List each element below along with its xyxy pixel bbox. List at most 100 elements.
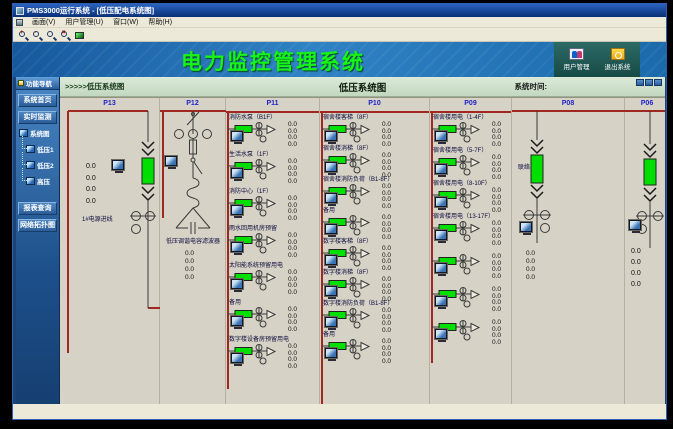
monitor-icon: [435, 263, 447, 273]
diagram-column-P11: P11 消防水泵（B1F） 0.00.00.00.0 生活水泵（1F） 0.00…: [226, 98, 320, 404]
toolbar: + - ¤: [13, 28, 666, 42]
feeder-label: 数字楼客梯（8F）: [323, 238, 429, 246]
measurement-values: 0.00.00.00.0: [492, 122, 501, 148]
measurement-values: 0.00.00.00.0: [288, 122, 297, 148]
measurement-values: 0.00.00.00.0: [492, 254, 501, 280]
monitor-icon: [629, 220, 641, 230]
feeder-row[interactable]: 0.00.00.00.0: [430, 246, 511, 279]
feeder-row[interactable]: 宿舍楼客梯（8F） 0.00.00.00.0: [320, 114, 429, 145]
feeder-row[interactable]: 太阳能系统预留用电 0.00.00.00.0: [226, 262, 319, 299]
tree-node-lv2[interactable]: 低压2: [26, 160, 59, 170]
tree-node-lv1[interactable]: 低压1: [26, 144, 59, 154]
screen-icon: [26, 161, 35, 169]
diagram-column-P06: P06 0.00.00.00.0: [625, 98, 665, 404]
system-time-label: 系统时间:: [515, 81, 548, 92]
screen-icon[interactable]: [72, 29, 85, 41]
feeder-row[interactable]: 0.00.00.00.0: [430, 279, 511, 312]
diagram-header-bar: >>>>>低压系统图 低压系统图 系统时间:: [60, 77, 665, 97]
feeder-row[interactable]: 宿舍楼用电（13-17F） 0.00.00.00.0: [430, 213, 511, 246]
monitor-icon: [325, 224, 337, 234]
zoom-reset-icon[interactable]: [44, 29, 57, 41]
zoom-in-icon[interactable]: +: [16, 29, 29, 41]
diagram-column-P09: P09 宿舍楼用电（1-4F） 0.00.00.00.0 宿舍楼用电（5-7F）…: [430, 98, 512, 404]
measurement-values: 0.00.00.00.0: [526, 250, 535, 282]
tree-node-hv[interactable]: 高压: [26, 176, 59, 186]
feeder-row[interactable]: 备用 0.00.00.00.0: [320, 331, 429, 362]
user-management-button[interactable]: 用户管理: [564, 48, 590, 71]
feeder-row[interactable]: 宿舍楼用电（8-10F） 0.00.00.00.0: [430, 180, 511, 213]
tie-label: 联络: [518, 162, 530, 171]
menu-window[interactable]: 窗口(W): [108, 17, 143, 27]
menu-view[interactable]: 画面(V): [27, 17, 60, 27]
feeder-row[interactable]: 宿舍楼消梯（8F） 0.00.00.00.0: [320, 145, 429, 176]
feeder-row[interactable]: 生活水泵（1F） 0.00.00.00.0: [226, 151, 319, 188]
feeder-row[interactable]: 数字楼客梯（8F） 0.00.00.00.0: [320, 238, 429, 269]
feeder-label: 生活水泵（1F）: [229, 151, 319, 159]
monitor-icon: [325, 286, 337, 296]
measurement-values: 0.00.00.00.0: [288, 344, 297, 370]
mdi-close-button[interactable]: [654, 79, 662, 86]
breaker-closed-icon[interactable]: [531, 155, 543, 183]
monitor-icon: [435, 329, 447, 339]
feeder-row[interactable]: 宿舍楼消防负荷（B1-8F） 0.00.00.00.0: [320, 176, 429, 207]
feeder-label: 宿舍楼客梯（8F）: [323, 114, 429, 122]
zoom-out-icon[interactable]: -: [30, 29, 43, 41]
page-title: 低压系统图: [60, 80, 665, 94]
feeder-row[interactable]: 宿舍楼用电（1-4F） 0.00.00.00.0: [430, 114, 511, 147]
feeder-label: 数字楼消梯（8F）: [323, 269, 429, 277]
sidebar-item-network-topology[interactable]: 网络拓扑图: [18, 219, 57, 232]
users-icon: [569, 48, 584, 60]
mdi-minimize-button[interactable]: [636, 79, 644, 86]
monitor-icon: [325, 193, 337, 203]
monitor-icon: [325, 348, 337, 358]
breaker-closed-icon[interactable]: [142, 158, 154, 184]
zoom-selection-icon[interactable]: ¤: [58, 29, 71, 41]
feeder-row[interactable]: 消防水泵（B1F） 0.00.00.00.0: [226, 114, 319, 151]
feeder-row[interactable]: 雨水回用机房预留 0.00.00.00.0: [226, 225, 319, 262]
banner-button-panel: 用户管理 退出系统: [554, 42, 640, 77]
menu-user-management[interactable]: 用户管理(U): [60, 17, 108, 27]
monitor-icon: [435, 197, 447, 207]
feeder-label: 雨水回用机房预留: [229, 225, 319, 233]
monitor-icon: [231, 168, 243, 178]
feeder-row[interactable]: 数字楼消梯（8F） 0.00.00.00.0: [320, 269, 429, 300]
mdi-child-icon: [16, 19, 23, 26]
mdi-restore-button[interactable]: [645, 79, 653, 86]
sidebar-item-report-query[interactable]: 报表查询: [18, 202, 57, 215]
measurement-values: 0.00.00.00.0: [631, 246, 641, 290]
feeder-row[interactable]: 消防中心（1F） 0.00.00.00.0: [226, 188, 319, 225]
system-diagram-tree: 系统图 低压1 低压2 高压: [19, 126, 59, 186]
monitor-icon: [435, 296, 447, 306]
screen: PMS3000运行系统 - [低压配电系统图] 画面(V) 用户管理(U) 窗口…: [0, 0, 673, 429]
screen-icon: [26, 145, 35, 153]
menu-help[interactable]: 帮助(H): [143, 17, 177, 27]
measurement-values: 0.00.00.00.0: [288, 196, 297, 222]
app-window: PMS3000运行系统 - [低压配电系统图] 画面(V) 用户管理(U) 窗口…: [12, 3, 667, 420]
feeder-row[interactable]: 数字楼消防负荷（B1-8F） 0.00.00.00.0: [320, 300, 429, 331]
monitor-icon: [435, 164, 447, 174]
feeder-label: 消防水泵（B1F）: [229, 114, 319, 122]
measurement-values: 0.00.00.00.0: [382, 339, 391, 365]
breaker-closed-icon[interactable]: [644, 159, 656, 185]
feeder-label: 备用: [323, 331, 429, 339]
measurement-values: 0.00.00.00.0: [288, 233, 297, 259]
monitor-icon: [325, 317, 337, 327]
monitor-icon: [435, 131, 447, 141]
feeder-row[interactable]: 备用 0.00.00.00.0: [320, 207, 429, 238]
measurement-values: 0.00.00.00.0: [86, 161, 96, 207]
feeder-row[interactable]: 宿舍楼用电（5-7F） 0.00.00.00.0: [430, 147, 511, 180]
monitor-icon: [231, 353, 243, 363]
feeder-label: 备用: [229, 299, 319, 307]
diagram-column-P13: P13 0.00.00.00.01#电源进线: [60, 98, 160, 404]
exit-icon: [611, 48, 625, 60]
feeder-row[interactable]: 备用 0.00.00.00.0: [226, 299, 319, 336]
sidebar-item-realtime-monitor[interactable]: 实时监测: [18, 111, 57, 124]
measurement-values: 0.00.00.00.0: [492, 287, 501, 313]
feeder-row[interactable]: 数字楼设备房预留用电 0.00.00.00.0: [226, 336, 319, 373]
screen-icon: [26, 177, 35, 185]
main-panel: >>>>>低压系统图 低压系统图 系统时间: P13 0.00.00.00.01…: [60, 77, 665, 404]
sidebar-item-home[interactable]: 系统首页: [18, 94, 57, 107]
exit-system-button[interactable]: 退出系统: [605, 48, 631, 71]
bus-bar: [226, 111, 319, 113]
feeder-row[interactable]: 0.00.00.00.0: [430, 312, 511, 345]
